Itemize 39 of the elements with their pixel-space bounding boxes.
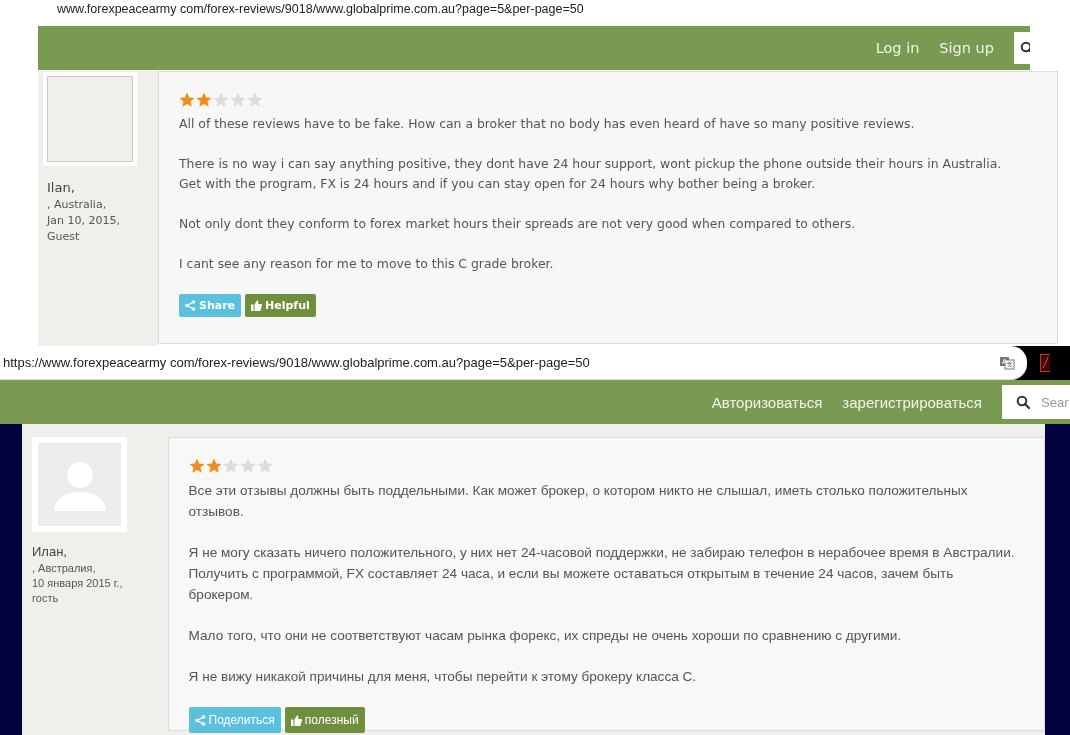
review-text: Я не вижу никакой причины для меня, чтобы перейти к этому брокеру класса С. [188,668,698,686]
filled-star-icon [179,92,195,108]
share-button[interactable]: Поделиться [188,707,281,733]
thumbs-up-icon [290,714,302,726]
thumbs-up-icon [251,300,263,311]
review-text: I cant see any reason for me to move to this C grade broker. [179,255,555,273]
search-field[interactable] [1014,32,1030,64]
url-text: https://www.forexpeacearmy com/forex-reviews/9018/www.globalprime.com.au?page=5&per-page=50 [3,355,590,370]
review-text: Мало того, что они не соответствуют часам рынка форекс, их спреды не очень хороши по сравнению с другими. [188,627,903,645]
nav-link[interactable]: Log in [875,40,920,56]
translate-icon[interactable] [999,354,1015,371]
reviewer-name: Ilan, [47,180,76,195]
share-button[interactable]: Share [179,294,242,317]
review-text: Я не могу сказать ничего положительного, у них нет 24-часовой поддержки, не забираю телефон в нерабочее время в Австралии. Получить с программой, FX составляет 24 часа, и если вы можете оставаться открытым в течение 24 часов, зачем быть брокером. [188,544,1016,604]
filled-star-icon [196,92,212,108]
filled-star-icon [205,458,222,474]
share-icon [185,300,196,311]
review-text: Все эти отзывы должны быть поддельными. Как может брокер, о котором никто не слышал, иметь столько положительных отзывов. [188,482,969,521]
nav-link[interactable]: Sign up [939,40,994,56]
address-bar[interactable]: https://www.forexpeacearmy com/forex-reviews/9018/www.globalprime.com.au?page=5&per-page=50 [0,346,1027,380]
reviewer-location: , Австралия, [32,562,97,574]
reviewer-name: Илан, [32,544,68,559]
share-icon [194,714,206,726]
search-field[interactable]: Sear [1002,385,1070,419]
reviewer-role: Guest [47,230,81,243]
reviewer-role: гость [32,592,60,604]
filled-star-icon [188,458,205,474]
reviewer-location: , Australia, [47,198,108,211]
search-icon [1016,394,1031,410]
review-text: All of these reviews have to be fake. How can a broker that no body has even heard of have so many positive reviews. [179,115,916,133]
review-text: Not only dont they conform to forex market hours their spreads are not very good when compared to others. [179,215,857,233]
review-date: 10 января 2015 г., [32,577,124,589]
url-text: www.forexpeacearmy com/forex-reviews/9018/www.globalprime.com.au?page=5&per-page=50 [56,1,585,18]
review-date: Jan 10, 2015, [47,214,121,227]
review-text: There is no way i can say anything positive, they dont have 24 hour support, wont pickup the phone outside their hours in Australia. Get with the program, FX is 24 hours and if you can stay open for 24 hours why bother being a broker. [179,155,1003,193]
nav-link[interactable]: зарегистрироваться [842,393,982,411]
helpful-button[interactable]: полезный [284,707,365,733]
nav-link[interactable]: Авторизоваться [711,393,823,411]
helpful-button[interactable]: Helpful [245,294,316,317]
